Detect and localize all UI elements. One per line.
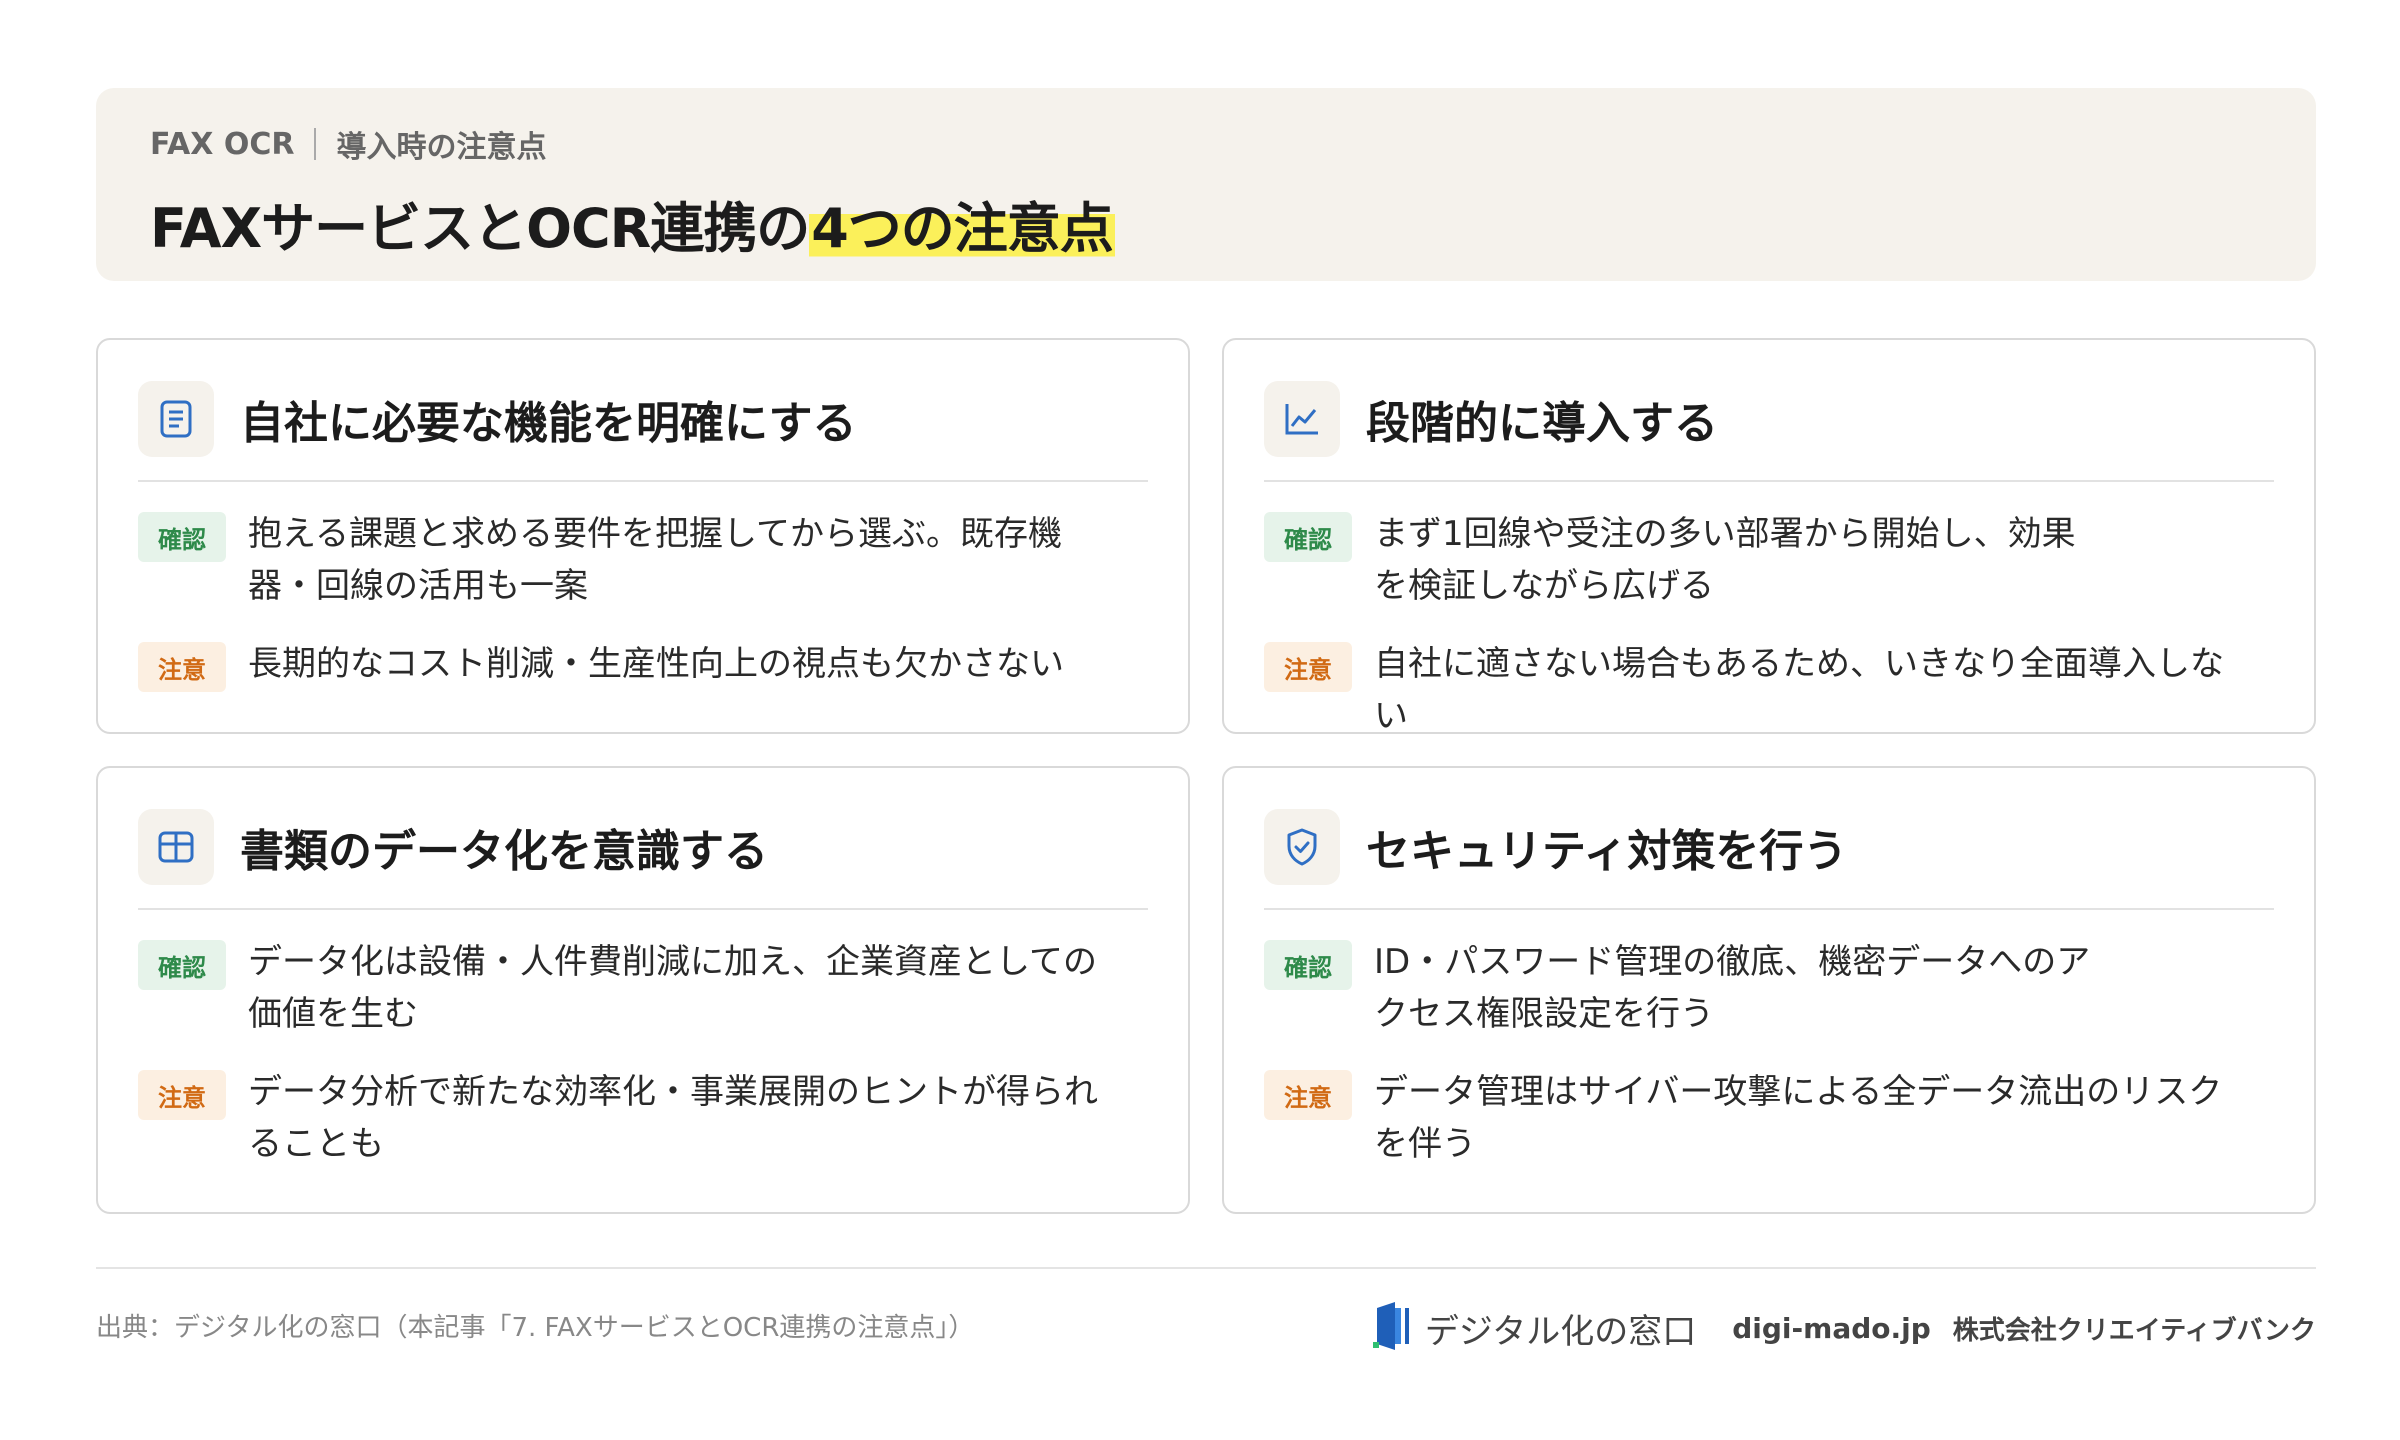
card-title: 書類のデータ化を意識する — [240, 826, 768, 877]
caution-badge: 注意 — [1264, 1070, 1352, 1120]
card-divider — [1264, 908, 2274, 910]
caution-badge: 注意 — [1264, 642, 1352, 692]
list-item: 確認 抱える課題と求める要件を把握してから選ぶ。既存機器・回線の活用も一案 — [138, 508, 1148, 612]
list-item: 確認 データ化は設備・人件費削減に加え、企業資産としての価値を生む — [138, 936, 1148, 1040]
item-text: 抱える課題と求める要件を把握してから選ぶ。既存機器・回線の活用も一案 — [248, 514, 1062, 606]
line-chart-icon — [1264, 381, 1340, 457]
card-header: 書類のデータ化を意識する — [138, 808, 1148, 886]
card-header: 自社に必要な機能を明確にする — [138, 380, 1148, 458]
item-text: データ化は設備・人件費削減に加え、企業資産としての価値を生む — [248, 942, 1097, 1034]
card-define-features: 自社に必要な機能を明確にする 確認 抱える課題と求める要件を把握してから選ぶ。既… — [96, 338, 1190, 734]
caution-badge: 注意 — [138, 1070, 226, 1120]
item-text: ID・パスワード管理の徹底、機密データへのアクセス権限設定を行う — [1374, 942, 2091, 1034]
item-text: 自社に適さない場合もあるため、いきなり全面導入しない — [1374, 644, 2224, 736]
brand-name: デジタル化の窓口 — [1424, 1311, 1697, 1352]
page-title-main: FAXサービスとOCR連携の — [150, 196, 810, 260]
card-header: セキュリティ対策を行う — [1264, 808, 2274, 886]
footer-divider — [96, 1267, 2316, 1269]
card-title: 自社に必要な機能を明確にする — [240, 398, 857, 449]
confirm-badge: 確認 — [1264, 512, 1352, 562]
company-name: 株式会社クリエイティブバンク — [1952, 1315, 2316, 1346]
confirm-badge: 確認 — [1264, 940, 1352, 990]
card-title: セキュリティ対策を行う — [1366, 826, 1848, 877]
breadcrumb-subcategory: 導入時の注意点 — [336, 130, 547, 165]
confirm-badge: 確認 — [138, 940, 226, 990]
page-title-highlight: 4つの注意点 — [809, 183, 1115, 263]
brand-url: digi-mado.jp — [1732, 1311, 1931, 1345]
infographic-page: FAX OCR 導入時の注意点 FAXサービスとOCR連携の 4つの注意点 自社に… — [0, 0, 2400, 1440]
shield-check-icon — [1264, 809, 1340, 885]
list-item: 確認 まず1回線や受注の多い部署から開始し、効果を検証しながら広げる — [1264, 508, 2274, 612]
list-item: 注意 自社に適さない場合もあるため、いきなり全面導入しない — [1264, 638, 2274, 742]
caution-badge: 注意 — [138, 642, 226, 692]
confirm-badge: 確認 — [138, 512, 226, 562]
card-divider — [138, 480, 1148, 482]
brand-logo-icon — [1371, 1300, 1415, 1356]
item-text: 長期的なコスト削減・生産性向上の視点も欠かさない — [248, 644, 1064, 684]
card-phased-rollout: 段階的に導入する 確認 まず1回線や受注の多い部署から開始し、効果を検証しながら… — [1222, 338, 2316, 736]
page-title: FAXサービスとOCR連携の 4つの注意点 — [150, 183, 2262, 263]
card-data-conversion: 書類のデータ化を意識する 確認 データ化は設備・人件費削減に加え、企業資産として… — [96, 766, 1190, 1214]
list-item: 確認 ID・パスワード管理の徹底、機密データへのアクセス権限設定を行う — [1264, 936, 2274, 1040]
item-text: データ分析で新たな効率化・事業展開のヒントが得られることも — [248, 1072, 1098, 1164]
source-citation: 出典：デジタル化の窓口（本記事「7. FAXサービスとOCR連携の注意点」） — [96, 1313, 975, 1343]
brand-block: デジタル化の窓口 digi-mado.jp 株式会社クリエイティブバンク — [1371, 1302, 2316, 1354]
document-icon — [138, 381, 214, 457]
card-security-measures: セキュリティ対策を行う 確認 ID・パスワード管理の徹底、機密データへのアクセス… — [1222, 766, 2316, 1214]
list-item: 注意 長期的なコスト削減・生産性向上の視点も欠かさない — [138, 638, 1148, 692]
item-text: まず1回線や受注の多い部署から開始し、効果を検証しながら広げる — [1374, 514, 2076, 606]
item-text: データ管理はサイバー攻撃による全データ流出のリスクを伴う — [1374, 1072, 2223, 1164]
card-header: 段階的に導入する — [1264, 380, 2274, 458]
card-title: 段階的に導入する — [1366, 398, 1718, 449]
header-panel: FAX OCR 導入時の注意点 FAXサービスとOCR連携の 4つの注意点 — [96, 88, 2316, 281]
breadcrumb: FAX OCR 導入時の注意点 — [150, 122, 2262, 166]
card-divider — [1264, 480, 2274, 482]
card-divider — [138, 908, 1148, 910]
breadcrumb-category: FAX OCR — [150, 126, 295, 162]
list-item: 注意 データ分析で新たな効率化・事業展開のヒントが得られることも — [138, 1066, 1148, 1170]
list-item: 注意 データ管理はサイバー攻撃による全データ流出のリスクを伴う — [1264, 1066, 2274, 1170]
table-icon — [138, 809, 214, 885]
breadcrumb-separator — [314, 128, 317, 160]
